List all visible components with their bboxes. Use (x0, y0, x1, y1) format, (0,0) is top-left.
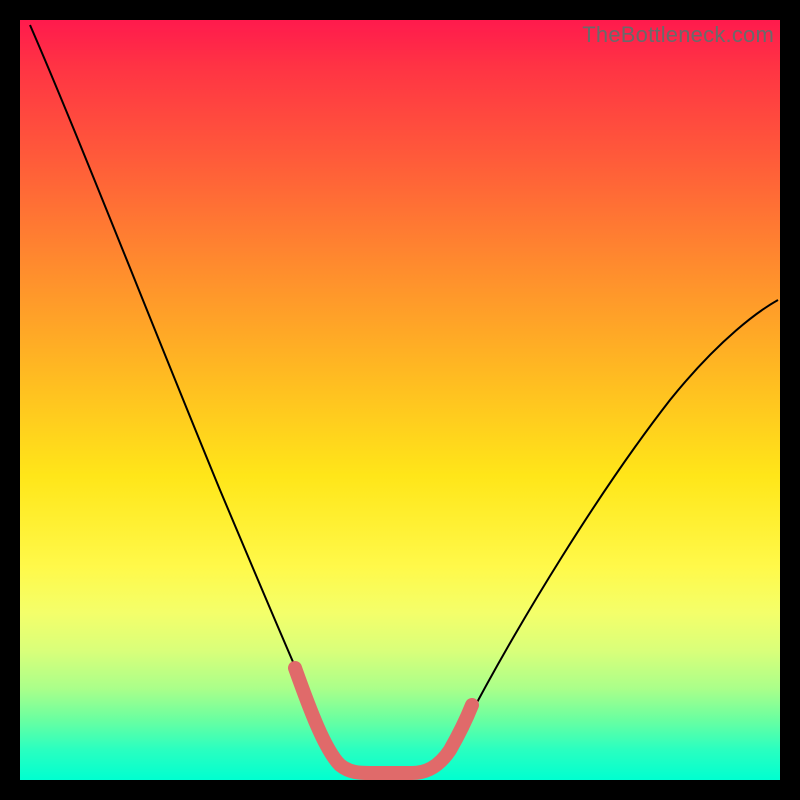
bottleneck-curve (30, 25, 778, 772)
watermark-text: TheBottleneck.com (582, 22, 774, 48)
chart-frame: TheBottleneck.com (20, 20, 780, 780)
optimal-range-marker (295, 668, 472, 773)
chart-svg (20, 20, 780, 780)
